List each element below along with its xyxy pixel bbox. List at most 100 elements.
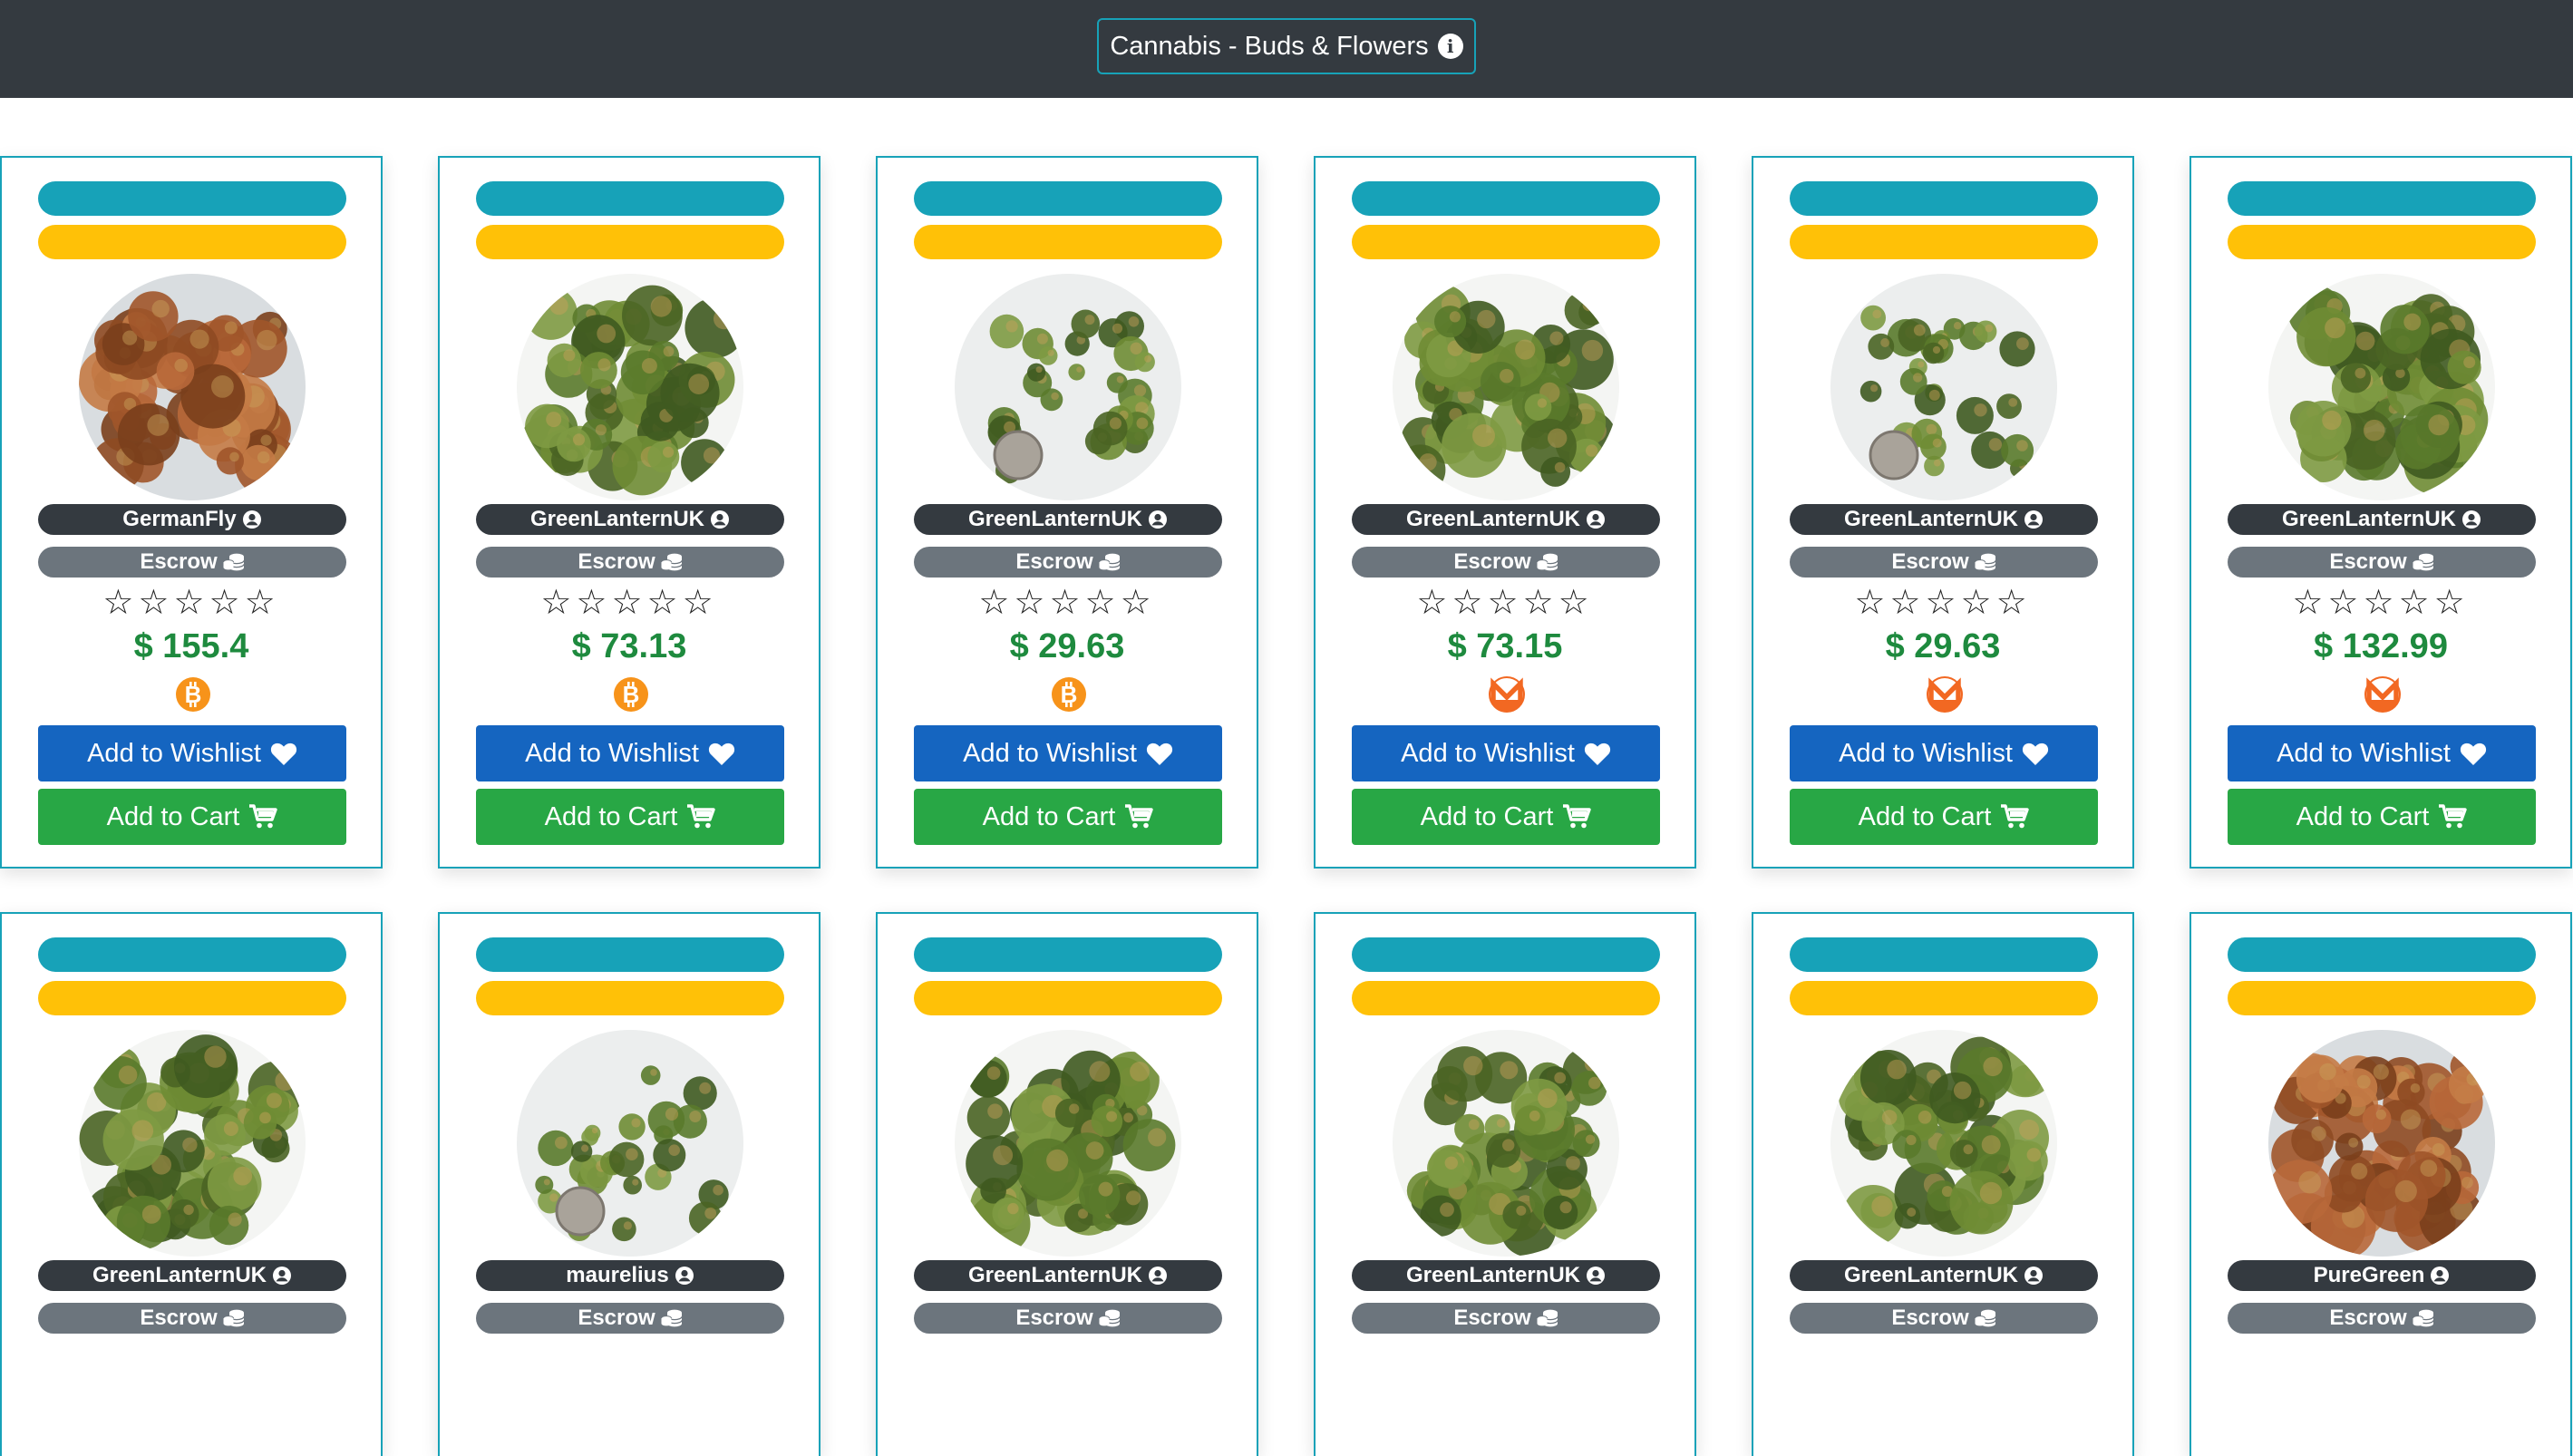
info-bar xyxy=(1352,181,1660,216)
vendor-name: GermanFly xyxy=(122,507,237,531)
user-circle-icon xyxy=(2024,1266,2044,1286)
coins-icon xyxy=(222,552,245,572)
add-to-wishlist-button[interactable]: Add to Wishlist xyxy=(1352,725,1660,781)
coins-icon xyxy=(222,1308,245,1328)
heart-icon xyxy=(2460,742,2487,766)
product-card[interactable]: PureGreen Escrow xyxy=(2189,912,2572,1456)
product-image[interactable] xyxy=(79,1030,306,1257)
product-price: $ 73.15 xyxy=(1447,627,1563,665)
add-to-cart-button[interactable]: Add to Cart xyxy=(38,789,346,845)
add-to-wishlist-button[interactable]: Add to Wishlist xyxy=(2228,725,2536,781)
add-to-wishlist-button[interactable]: Add to Wishlist xyxy=(476,725,784,781)
coins-icon xyxy=(660,552,683,572)
vendor-badge[interactable]: GermanFly xyxy=(38,504,346,535)
escrow-badge: Escrow xyxy=(38,547,346,578)
add-to-wishlist-button[interactable]: Add to Wishlist xyxy=(914,725,1222,781)
product-image[interactable] xyxy=(517,274,743,500)
escrow-label: Escrow xyxy=(578,549,655,574)
coins-icon xyxy=(1536,552,1558,572)
category-button[interactable]: Cannabis - Buds & Flowers i xyxy=(1097,18,1476,74)
product-image[interactable] xyxy=(2268,1030,2495,1257)
coins-icon xyxy=(660,1308,683,1328)
escrow-label: Escrow xyxy=(1453,1306,1531,1330)
vendor-badge[interactable]: GreenLanternUK xyxy=(1352,1260,1660,1291)
warning-bar xyxy=(914,981,1222,1015)
vendor-badge[interactable]: GreenLanternUK xyxy=(1790,1260,2098,1291)
product-price: $ 132.99 xyxy=(2314,627,2448,665)
add-to-wishlist-button[interactable]: Add to Wishlist xyxy=(38,725,346,781)
user-circle-icon xyxy=(710,510,730,529)
product-card[interactable]: GermanFly Escrow ☆☆☆☆☆ $ 155.4 B Add to … xyxy=(0,156,383,869)
vendor-badge[interactable]: PureGreen xyxy=(2228,1260,2536,1291)
product-price: $ 29.63 xyxy=(1885,627,2001,665)
user-circle-icon xyxy=(2430,1266,2450,1286)
info-bar xyxy=(476,181,784,216)
product-card[interactable]: GreenLanternUK Escrow xyxy=(1752,912,2134,1456)
product-image[interactable] xyxy=(2268,274,2495,500)
warning-bar xyxy=(914,225,1222,259)
vendor-badge[interactable]: GreenLanternUK xyxy=(476,504,784,535)
info-bar xyxy=(2228,937,2536,972)
product-image[interactable] xyxy=(517,1030,743,1257)
cart-label: Add to Cart xyxy=(544,801,678,831)
shopping-cart-icon xyxy=(1562,804,1592,830)
vendor-badge[interactable]: GreenLanternUK xyxy=(38,1260,346,1291)
bitcoin-icon: B xyxy=(1051,676,1087,713)
monero-icon xyxy=(1927,676,1963,713)
shopping-cart-icon xyxy=(686,804,716,830)
add-to-cart-button[interactable]: Add to Cart xyxy=(1352,789,1660,845)
product-image[interactable] xyxy=(1830,274,2057,500)
add-to-wishlist-button[interactable]: Add to Wishlist xyxy=(1790,725,2098,781)
wishlist-label: Add to Wishlist xyxy=(1839,738,2013,768)
coins-icon xyxy=(2412,552,2434,572)
product-card[interactable]: GreenLanternUK Escrow ☆☆☆☆☆ $ 73.13 B Ad… xyxy=(438,156,820,869)
vendor-badge[interactable]: GreenLanternUK xyxy=(2228,504,2536,535)
product-card[interactable]: GreenLanternUK Escrow xyxy=(0,912,383,1456)
product-image[interactable] xyxy=(955,1030,1181,1257)
warning-bar xyxy=(1790,981,2098,1015)
rating-stars: ☆☆☆☆☆ xyxy=(102,582,280,622)
product-card[interactable]: GreenLanternUK Escrow ☆☆☆☆☆ $ 29.63 B Ad… xyxy=(876,156,1258,869)
vendor-badge[interactable]: maurelius xyxy=(476,1260,784,1291)
add-to-cart-button[interactable]: Add to Cart xyxy=(914,789,1222,845)
vendor-badge[interactable]: GreenLanternUK xyxy=(1352,504,1660,535)
user-circle-icon xyxy=(2461,510,2481,529)
add-to-cart-button[interactable]: Add to Cart xyxy=(1790,789,2098,845)
product-card[interactable]: GreenLanternUK Escrow xyxy=(1314,912,1696,1456)
cart-label: Add to Cart xyxy=(2296,801,2430,831)
add-to-cart-button[interactable]: Add to Cart xyxy=(2228,789,2536,845)
vendor-badge[interactable]: GreenLanternUK xyxy=(914,1260,1222,1291)
vendor-name: GreenLanternUK xyxy=(2281,507,2457,531)
product-image[interactable] xyxy=(1393,274,1619,500)
vendor-badge[interactable]: GreenLanternUK xyxy=(914,504,1222,535)
cart-label: Add to Cart xyxy=(106,801,240,831)
info-circle-icon[interactable]: i xyxy=(1437,34,1463,59)
warning-bar xyxy=(2228,225,2536,259)
info-bar xyxy=(2228,181,2536,216)
info-bar xyxy=(1790,181,2098,216)
product-card[interactable]: GreenLanternUK Escrow ☆☆☆☆☆ $ 132.99 Add… xyxy=(2189,156,2572,869)
coins-icon xyxy=(1536,1308,1558,1328)
vendor-name: GreenLanternUK xyxy=(1405,507,1581,531)
product-image[interactable] xyxy=(1393,1030,1619,1257)
warning-bar xyxy=(1352,225,1660,259)
product-image[interactable] xyxy=(955,274,1181,500)
product-card[interactable]: GreenLanternUK Escrow xyxy=(876,912,1258,1456)
product-card[interactable]: maurelius Escrow xyxy=(438,912,820,1456)
add-to-cart-button[interactable]: Add to Cart xyxy=(476,789,784,845)
cart-label: Add to Cart xyxy=(1420,801,1554,831)
shopping-cart-icon xyxy=(2000,804,2030,830)
product-image[interactable] xyxy=(1830,1030,2057,1257)
product-price: $ 155.4 xyxy=(133,627,249,665)
coins-icon xyxy=(1974,1308,1996,1328)
rating-stars: ☆☆☆☆☆ xyxy=(1854,582,2032,622)
product-card[interactable]: GreenLanternUK Escrow ☆☆☆☆☆ $ 29.63 Add … xyxy=(1752,156,2134,869)
vendor-badge[interactable]: GreenLanternUK xyxy=(1790,504,2098,535)
escrow-badge: Escrow xyxy=(914,1303,1222,1334)
info-bar xyxy=(476,937,784,972)
cart-label: Add to Cart xyxy=(982,801,1116,831)
product-card[interactable]: GreenLanternUK Escrow ☆☆☆☆☆ $ 73.15 Add … xyxy=(1314,156,1696,869)
svg-text:B: B xyxy=(623,681,640,708)
product-image[interactable] xyxy=(79,274,306,500)
heart-icon xyxy=(2022,742,2049,766)
